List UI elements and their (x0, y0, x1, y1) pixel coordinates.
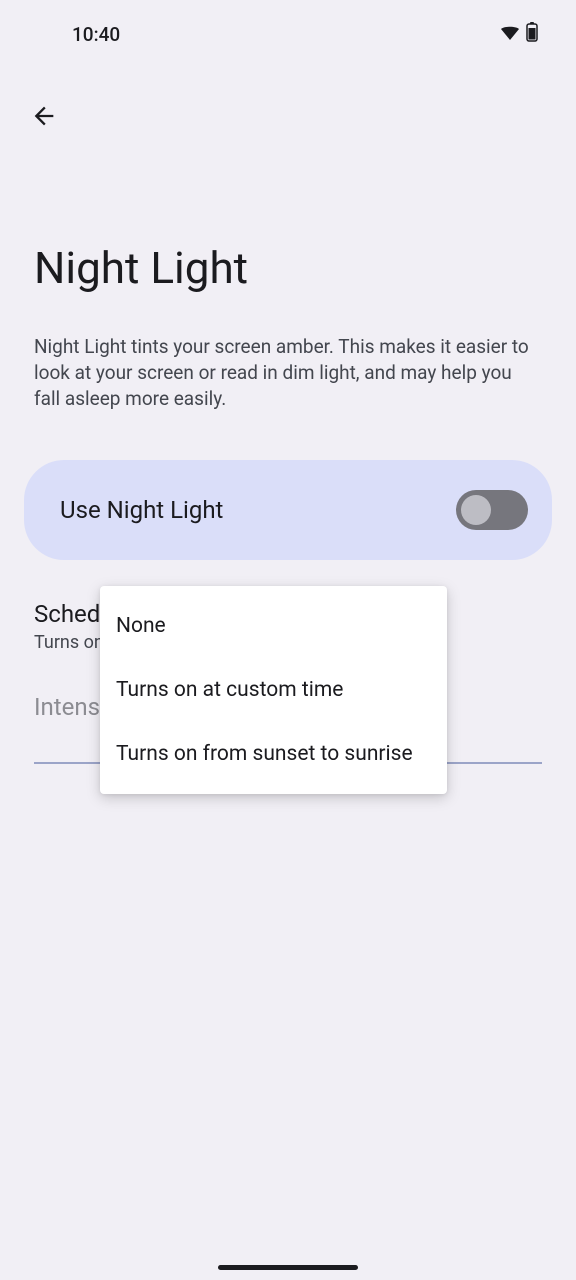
status-time: 10:40 (72, 23, 120, 46)
toggle-label: Use Night Light (60, 496, 223, 524)
page-description: Night Light tints your screen amber. Thi… (0, 294, 576, 412)
popup-option-sunset-sunrise[interactable]: Turns on from sunset to sunrise (100, 722, 447, 786)
status-icons (500, 22, 538, 47)
page-title: Night Light (0, 132, 576, 294)
nav-handle[interactable] (218, 1265, 358, 1270)
schedule-popup-menu: None Turns on at custom time Turns on fr… (100, 586, 447, 794)
toggle-switch[interactable] (456, 490, 528, 530)
battery-icon (526, 22, 538, 47)
switch-knob (461, 495, 491, 525)
arrow-back-icon (30, 102, 58, 130)
use-night-light-toggle-row[interactable]: Use Night Light (24, 460, 552, 560)
status-bar: 10:40 (0, 0, 576, 54)
popup-option-custom-time[interactable]: Turns on at custom time (100, 658, 447, 722)
wifi-icon (500, 23, 520, 46)
popup-option-none[interactable]: None (100, 594, 447, 658)
back-button[interactable] (28, 100, 60, 132)
